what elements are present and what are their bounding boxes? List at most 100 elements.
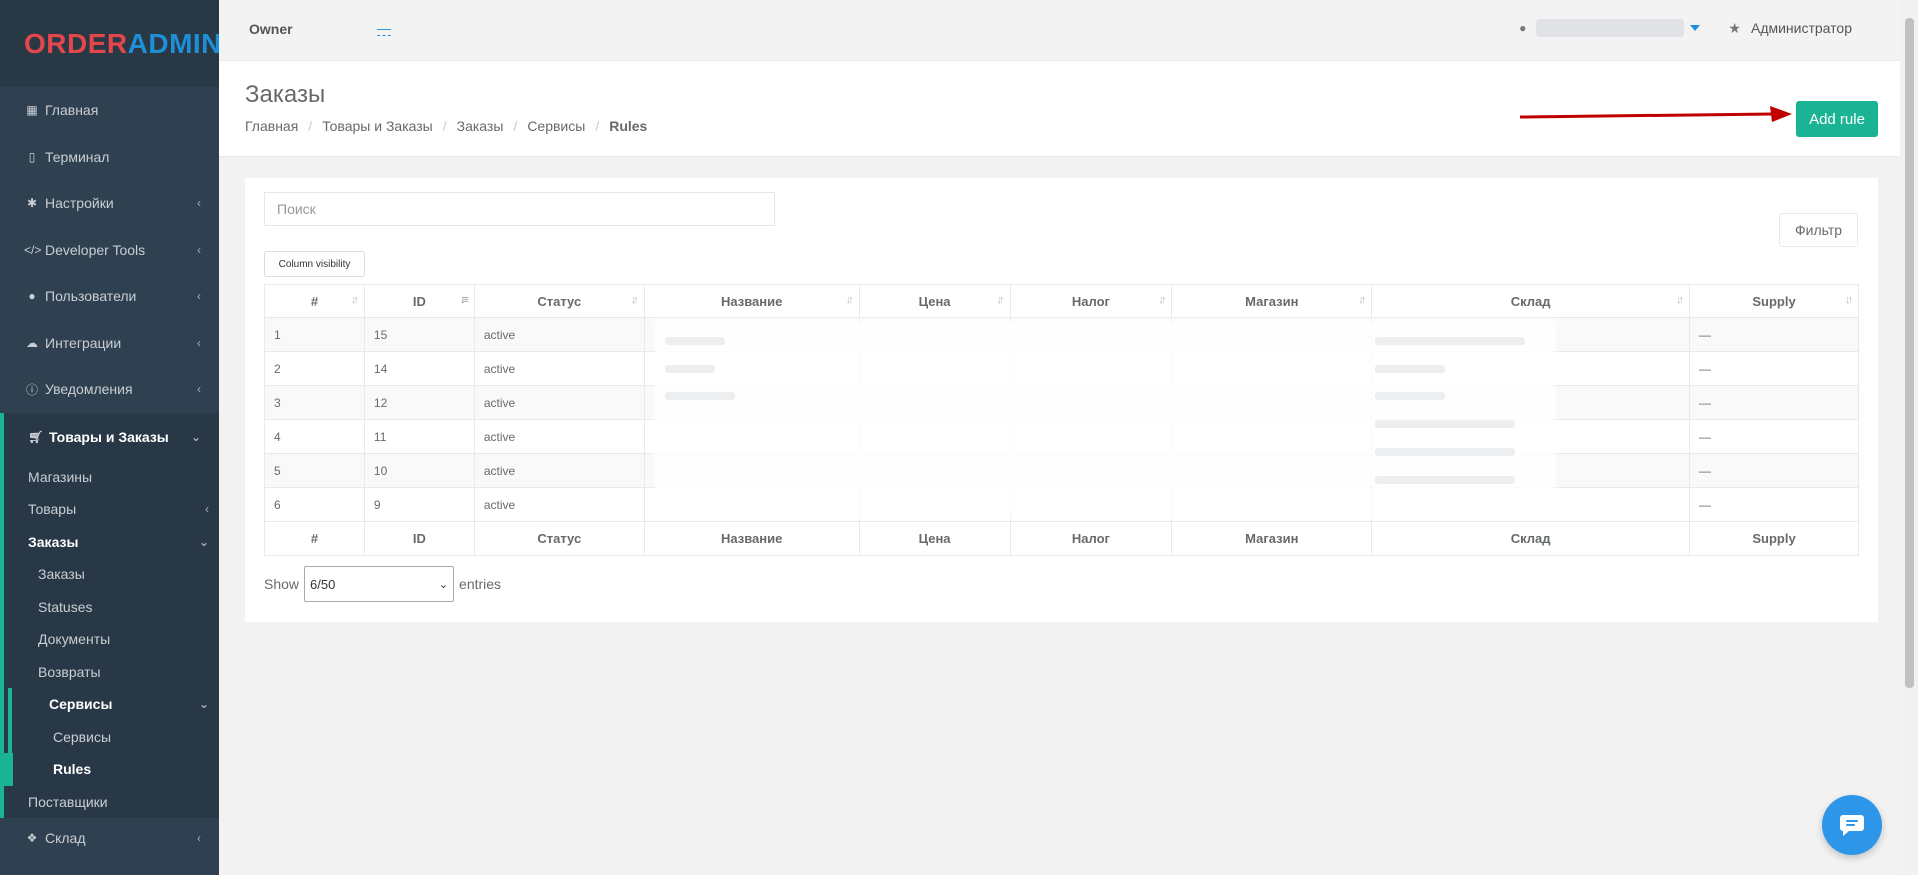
- sidebar-item-label: Statuses: [38, 598, 93, 615]
- cell-price: [858, 351, 1011, 386]
- sidebar-item-home[interactable]: ▦ Главная: [0, 87, 219, 134]
- sidebar-item-returns[interactable]: Возвраты: [4, 656, 219, 689]
- chevron-left-icon: ‹: [197, 289, 201, 304]
- cell-shop: [1171, 419, 1373, 454]
- breadcrumb-item[interactable]: Сервисы: [527, 118, 585, 134]
- chevron-left-icon: ‹: [205, 502, 209, 517]
- redacted-line: [1375, 476, 1515, 484]
- caret-down-icon[interactable]: [1690, 25, 1701, 31]
- sidebar-group-products-orders: 🛒︎ Товары и Заказы ⌄ Магазины Товары ‹ З…: [0, 412, 219, 819]
- sidebar-item-statuses[interactable]: Statuses: [4, 591, 219, 624]
- add-rule-button[interactable]: Add rule: [1796, 101, 1878, 137]
- code-icon: </>: [24, 242, 42, 257]
- logo-part-order: ORDER: [24, 27, 128, 59]
- page-scrollbar[interactable]: [1900, 0, 1918, 875]
- table-row[interactable]: 4 11 active —: [264, 419, 1859, 454]
- sidebar-item-users[interactable]: ● Пользователи ‹: [0, 273, 219, 320]
- sidebar-item-notifications[interactable]: ⓘ Уведомления ‹: [0, 366, 219, 413]
- sort-icon: ↓↑: [845, 294, 854, 306]
- cell-index: 2: [264, 351, 365, 386]
- column-header[interactable]: ID ↓≡: [363, 284, 475, 318]
- sidebar-item-shops[interactable]: Магазины: [4, 461, 219, 494]
- gear-icon: ✱: [26, 196, 38, 211]
- user-role: Администратор: [1750, 20, 1852, 36]
- user-icon: ●: [1519, 21, 1527, 35]
- column-header[interactable]: Статус ↓↑: [473, 284, 645, 318]
- sidebar-item-orders[interactable]: Заказы ⌄: [4, 526, 219, 559]
- breadcrumb-item[interactable]: Товары и Заказы: [322, 118, 433, 134]
- sidebar-item-label: Сервисы: [53, 728, 112, 745]
- scrollbar-thumb[interactable]: [1905, 18, 1914, 688]
- redacted-line: [1375, 365, 1445, 373]
- cell-tax: [1009, 487, 1173, 522]
- cell-warehouse: [1371, 385, 1691, 420]
- cell-index: 5: [264, 453, 365, 488]
- chevron-left-icon: ‹: [197, 242, 201, 257]
- column-header[interactable]: # ↓↑: [264, 284, 365, 318]
- sidebar-item-terminal[interactable]: ▯ Терминал: [0, 134, 219, 181]
- sort-icon: ↓↑: [1676, 294, 1684, 306]
- cell-price: [858, 317, 1011, 352]
- table-row[interactable]: 1 15 active —: [264, 317, 1859, 352]
- cell-status: active: [473, 487, 645, 522]
- table-row[interactable]: 2 14 active —: [264, 351, 1859, 386]
- sidebar-item-products-orders[interactable]: 🛒︎ Товары и Заказы ⌄: [4, 413, 219, 461]
- cell-price: [858, 419, 1011, 454]
- breadcrumb-item[interactable]: Заказы: [457, 118, 504, 134]
- sidebar-item-label: Терминал: [45, 148, 110, 165]
- owner-value-link[interactable]: —: [377, 21, 391, 36]
- user-select[interactable]: [1536, 19, 1685, 37]
- owner-label: Owner: [249, 21, 293, 37]
- sidebar-item-orders-list[interactable]: Заказы: [4, 558, 219, 591]
- column-header[interactable]: Налог ↓↑: [1009, 284, 1173, 318]
- cell-shop: [1171, 351, 1373, 386]
- cell-supply: —: [1689, 419, 1859, 454]
- cell-tax: [1009, 419, 1173, 454]
- breadcrumb-separator: /: [442, 118, 447, 134]
- filter-button[interactable]: Фильтр: [1779, 213, 1858, 247]
- column-header[interactable]: Supply ↓↑: [1689, 284, 1859, 318]
- sidebar-item-label: Пользователи: [45, 288, 137, 305]
- sidebar-item-goods[interactable]: Товары ‹: [4, 493, 219, 526]
- column-header[interactable]: Магазин ↓↑: [1171, 284, 1373, 318]
- sidebar-item-documents[interactable]: Документы: [4, 623, 219, 656]
- column-footer: Название: [643, 521, 860, 556]
- search-input[interactable]: [264, 192, 775, 226]
- cubes-icon: ❖: [26, 831, 38, 845]
- chat-widget-button[interactable]: [1822, 795, 1882, 855]
- sidebar-item-rules[interactable]: Rules: [4, 753, 219, 786]
- cell-name: [643, 385, 860, 420]
- logo[interactable]: ORDER ADMIN: [0, 0, 221, 87]
- user-area: ● ★ Администратор: [1519, 19, 1852, 37]
- sidebar-item-integrations[interactable]: ☁ Интеграции ‹: [0, 320, 219, 367]
- column-header[interactable]: Склад ↓↑: [1371, 284, 1691, 318]
- column-footer: Цена: [858, 521, 1011, 556]
- cell-tax: [1009, 317, 1173, 352]
- annotation-arrow: [1519, 106, 1792, 122]
- column-footer: Supply: [1689, 521, 1859, 556]
- sidebar-item-services[interactable]: Сервисы: [8, 720, 219, 753]
- entries-select[interactable]: 6/50 ⌄: [304, 566, 455, 602]
- info-icon: ⓘ: [25, 382, 38, 397]
- cell-shop: [1171, 487, 1373, 522]
- column-header[interactable]: Название ↓↑: [643, 284, 860, 318]
- column-footer: ID: [363, 521, 475, 556]
- sidebar-item-label: Интеграции: [45, 334, 122, 351]
- chevron-left-icon: ‹: [197, 335, 201, 350]
- breadcrumb-item[interactable]: Главная: [245, 118, 298, 134]
- sidebar-item-developer-tools[interactable]: </> Developer Tools ‹: [0, 227, 219, 274]
- show-label: Show: [264, 576, 300, 592]
- sidebar-item-suppliers[interactable]: Поставщики: [4, 786, 219, 819]
- table-row[interactable]: 6 9 active —: [264, 487, 1859, 522]
- sidebar-item-settings[interactable]: ✱ Настройки ‹: [0, 180, 219, 227]
- sidebar-item-label: Товары: [28, 501, 77, 518]
- column-visibility-button[interactable]: Column visibility: [264, 251, 365, 277]
- sidebar-item-services-group[interactable]: Сервисы ⌄: [8, 688, 219, 721]
- table-row[interactable]: 3 12 active —: [264, 385, 1859, 420]
- column-header[interactable]: Цена ↓↑: [858, 284, 1011, 318]
- sidebar-item-warehouse[interactable]: ❖ Склад ‹: [0, 818, 219, 858]
- sort-icon: ↓↑: [630, 294, 639, 306]
- cell-name: [643, 317, 860, 352]
- table-row[interactable]: 5 10 active —: [264, 453, 1859, 488]
- sidebar-item-label: Товары и Заказы: [49, 428, 169, 445]
